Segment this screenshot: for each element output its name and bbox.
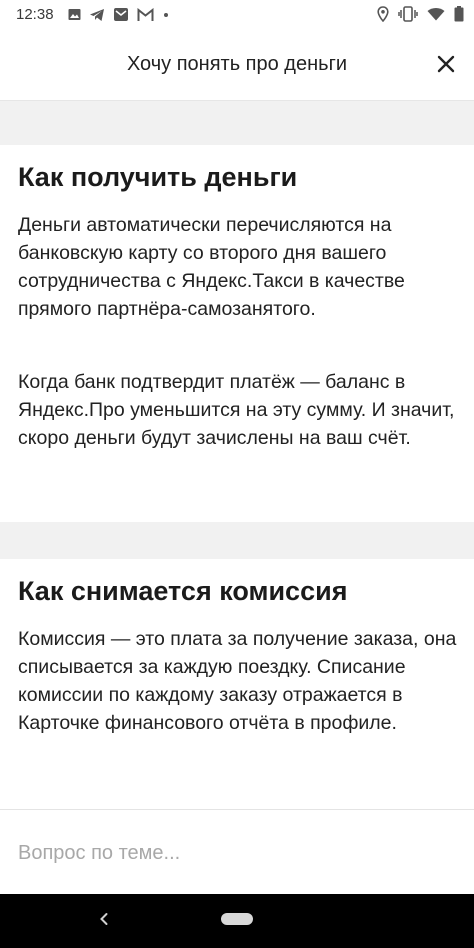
section-commission: Как снимается комиссия Комиссия — это пл… [0, 559, 474, 809]
status-time: 12:38 [16, 6, 54, 23]
section-get-money: Как получить деньги Деньги автоматически… [0, 145, 474, 522]
wifi-icon [427, 8, 445, 21]
header: Хочу понять про деньги [0, 30, 474, 101]
section-spacer [0, 101, 474, 145]
status-bar: 12:38 [0, 0, 474, 30]
section-spacer [0, 522, 474, 559]
question-input[interactable] [18, 838, 448, 868]
section-heading: Как снимается комиссия [18, 576, 348, 606]
vibrate-icon [398, 6, 418, 22]
gmail-icon [137, 7, 154, 21]
section-paragraph: Деньги автоматически перечисляются на ба… [18, 214, 405, 320]
question-input-area [0, 810, 474, 894]
back-button[interactable] [92, 907, 116, 931]
close-button[interactable] [432, 50, 460, 78]
message-icon [114, 8, 128, 21]
battery-icon [454, 6, 464, 22]
close-icon [437, 55, 455, 73]
section-paragraph: Когда банк подтвердит платёж — баланс в … [18, 371, 455, 449]
telegram-icon [90, 8, 104, 21]
dot-icon [164, 12, 168, 17]
back-chevron-icon [100, 913, 108, 925]
section-paragraph: Комиссия — это плата за получение заказа… [18, 628, 457, 734]
image-icon [68, 9, 81, 20]
home-pill-icon[interactable] [221, 913, 253, 925]
section-heading: Как получить деньги [18, 162, 298, 192]
page-title: Хочу понять про деньги [126, 53, 348, 75]
location-icon [377, 6, 389, 22]
system-icons [377, 6, 464, 22]
navigation-bar [0, 894, 474, 948]
notification-icons [68, 7, 170, 22]
